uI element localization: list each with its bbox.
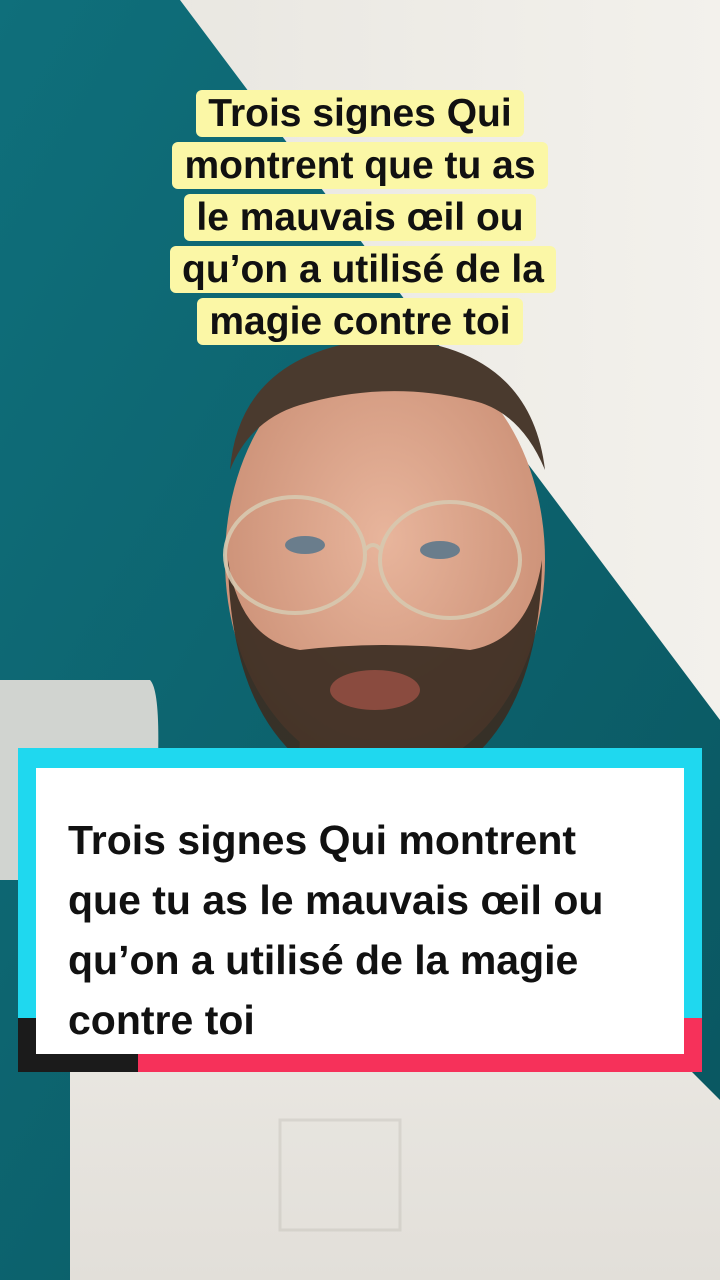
video-frame: Trois signes Qui montrent que tu as le m… <box>0 0 720 1280</box>
top-caption-text: Trois signes Qui montrent que tu as le m… <box>170 90 556 345</box>
title-card: Trois signes Qui montrent que tu as le m… <box>18 748 702 1072</box>
card-text: Trois signes Qui montrent que tu as le m… <box>68 817 604 1043</box>
card-white-panel: Trois signes Qui montrent que tu as le m… <box>36 768 684 1054</box>
top-caption: Trois signes Qui montrent que tu as le m… <box>0 88 720 348</box>
